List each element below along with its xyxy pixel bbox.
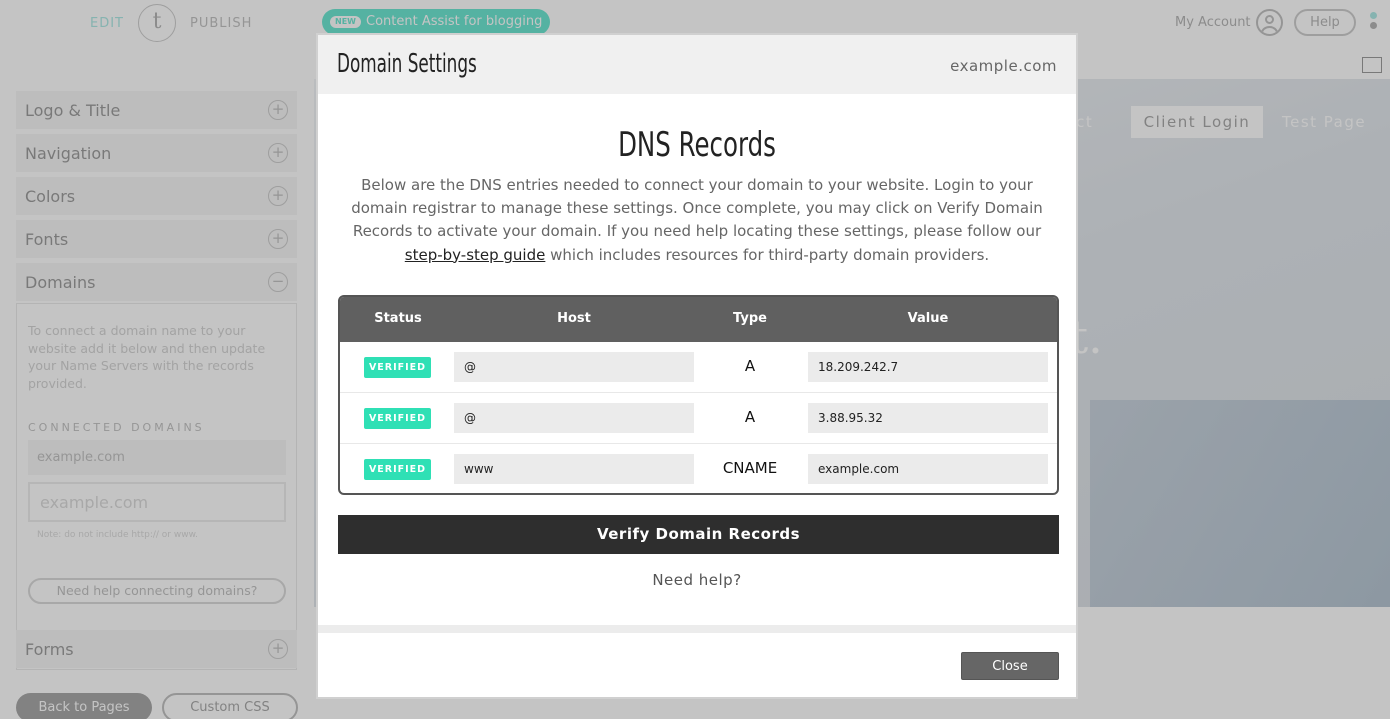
verify-domain-records-button[interactable]: Verify Domain Records — [338, 515, 1059, 554]
record-type: A — [744, 357, 756, 375]
description-text: which includes resources for third-party… — [545, 245, 990, 264]
need-help-link[interactable]: Need help? — [318, 571, 1076, 589]
value-field[interactable]: 18.209.242.7 — [808, 352, 1048, 382]
col-host: Host — [557, 311, 591, 326]
dns-records-heading: DNS Records — [618, 125, 776, 165]
table-header: Status Host Type Value — [340, 297, 1057, 342]
host-field[interactable]: @ — [454, 403, 694, 433]
value-field[interactable]: example.com — [808, 454, 1048, 484]
dns-records-table: Status Host Type Value VERIFIED @ A 18.2… — [338, 295, 1059, 495]
modal-title: Domain Settings — [337, 49, 477, 79]
verified-badge: VERIFIED — [364, 357, 431, 378]
record-type: A — [744, 408, 756, 426]
modal-divider — [318, 625, 1076, 633]
col-type: Type — [733, 311, 767, 326]
host-field[interactable]: www — [454, 454, 694, 484]
modal-domain: example.com — [950, 57, 1057, 75]
table-row: VERIFIED www CNAME example.com — [340, 444, 1057, 493]
description-text: Below are the DNS entries needed to conn… — [351, 176, 1043, 241]
table-row: VERIFIED @ A 3.88.95.32 — [340, 393, 1057, 444]
host-field[interactable]: @ — [454, 352, 694, 382]
close-button[interactable]: Close — [961, 652, 1059, 680]
table-row: VERIFIED @ A 18.209.242.7 — [340, 342, 1057, 393]
verified-badge: VERIFIED — [364, 408, 431, 429]
verified-badge: VERIFIED — [364, 459, 431, 480]
value-field[interactable]: 3.88.95.32 — [808, 403, 1048, 433]
modal-header: Domain Settings example.com — [318, 35, 1076, 94]
record-type: CNAME — [722, 459, 778, 477]
col-value: Value — [907, 311, 949, 326]
step-by-step-guide-link[interactable]: step-by-step guide — [405, 246, 546, 264]
dns-description: Below are the DNS entries needed to conn… — [338, 174, 1056, 267]
domain-settings-modal: Domain Settings example.com DNS Records … — [316, 33, 1078, 699]
col-status: Status — [374, 311, 422, 326]
